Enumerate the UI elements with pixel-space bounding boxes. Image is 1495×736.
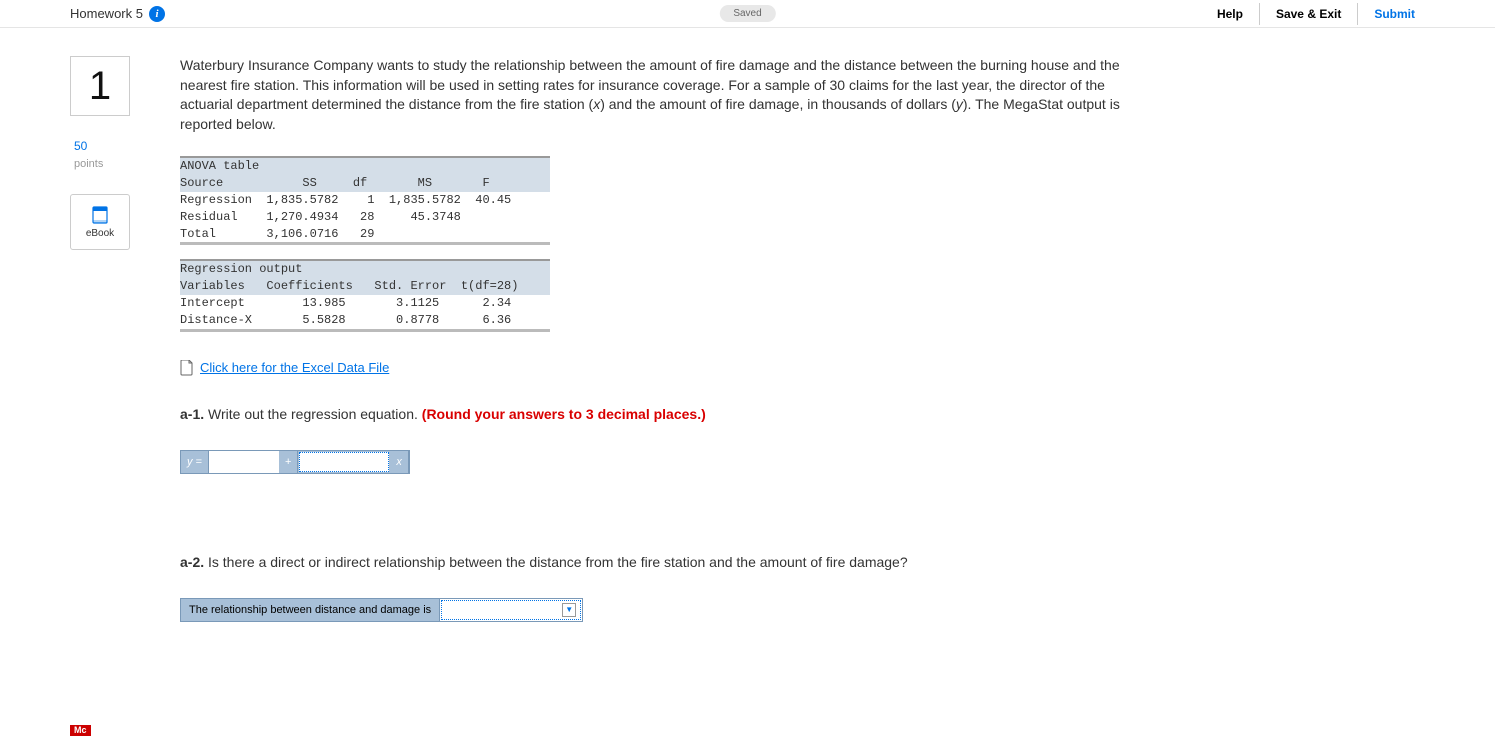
- regression-output-table: Regression output Variables Coefficients…: [180, 259, 550, 331]
- y-equals-label: y =: [181, 451, 209, 473]
- content-scroll[interactable]: 1 50 points eBook Waterbury Insurance Co…: [0, 28, 1495, 736]
- relationship-dropdown[interactable]: ▼: [441, 600, 581, 620]
- question-number-box: 1: [70, 56, 130, 116]
- document-icon: [180, 360, 194, 376]
- saved-indicator: Saved: [719, 5, 775, 22]
- submit-button[interactable]: Submit: [1364, 3, 1425, 25]
- publisher-badge: Mc: [70, 725, 91, 736]
- left-sidebar: 1 50 points eBook: [70, 56, 180, 716]
- book-icon: [92, 206, 108, 224]
- top-actions: Help Save & Exit Submit: [1207, 3, 1425, 25]
- chevron-down-icon: ▼: [562, 603, 576, 617]
- problem-text: Waterbury Insurance Company wants to stu…: [180, 56, 1160, 134]
- points-block: 50 points: [70, 138, 180, 172]
- question-a2: a-2. Is there a direct or indirect relat…: [180, 554, 1160, 570]
- ebook-button[interactable]: eBook: [70, 194, 130, 250]
- save-exit-button[interactable]: Save & Exit: [1266, 3, 1351, 25]
- divider: [1259, 3, 1260, 25]
- points-value: 50: [74, 138, 180, 155]
- points-label: points: [74, 158, 103, 170]
- info-icon[interactable]: i: [149, 6, 165, 22]
- relationship-label: The relationship between distance and da…: [181, 599, 440, 621]
- x-label: x: [390, 451, 409, 473]
- excel-data-link[interactable]: Click here for the Excel Data File: [180, 360, 389, 376]
- help-button[interactable]: Help: [1207, 3, 1253, 25]
- top-bar: Homework 5 i Saved Help Save & Exit Subm…: [0, 0, 1495, 28]
- anova-table: ANOVA table Source SS df MS FRegression …: [180, 156, 550, 245]
- plus-label: +: [279, 451, 298, 473]
- main-content: Waterbury Insurance Company wants to stu…: [180, 56, 1160, 716]
- ebook-label: eBook: [86, 228, 114, 239]
- question-a1: a-1. Write out the regression equation. …: [180, 406, 1160, 422]
- relationship-answer-bar: The relationship between distance and da…: [180, 598, 583, 622]
- slope-input-wrap: [299, 452, 389, 472]
- intercept-input[interactable]: [209, 451, 279, 473]
- slope-input[interactable]: [300, 453, 370, 471]
- homework-title: Homework 5: [70, 6, 143, 21]
- divider: [1357, 3, 1358, 25]
- equation-input-bar: y = + x: [180, 450, 410, 474]
